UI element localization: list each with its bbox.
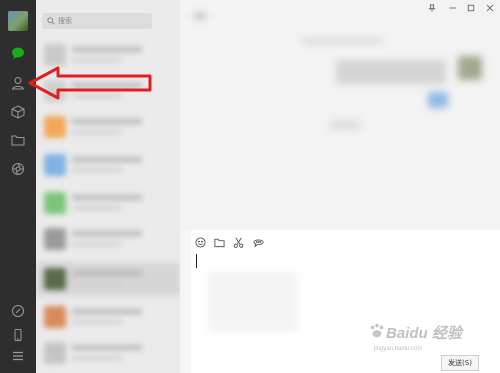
avatar[interactable]: [8, 11, 28, 31]
send-button[interactable]: 发送(S): [441, 355, 479, 371]
close-icon[interactable]: [484, 3, 496, 13]
annotation-arrow: [28, 66, 152, 100]
cube-icon[interactable]: [8, 103, 28, 121]
phone-icon[interactable]: [8, 326, 28, 344]
search-placeholder: 搜索: [58, 17, 72, 25]
menu-icon[interactable]: [8, 347, 28, 365]
list-item[interactable]: [36, 336, 180, 370]
sidebar: [0, 0, 36, 373]
folder-icon[interactable]: [213, 236, 225, 248]
list-item[interactable]: [36, 262, 180, 296]
list-item[interactable]: [36, 300, 180, 334]
list-item[interactable]: [36, 148, 180, 182]
aperture-icon[interactable]: [8, 160, 28, 178]
scissors-icon[interactable]: [232, 236, 244, 248]
list-item[interactable]: [36, 222, 180, 256]
list-item[interactable]: [36, 110, 180, 144]
minimize-icon[interactable]: [447, 3, 459, 13]
mini-program-icon[interactable]: [8, 302, 28, 320]
search-icon: [47, 17, 55, 25]
paw-logo: [370, 323, 384, 338]
search-input[interactable]: 搜索: [42, 13, 152, 29]
chat-list-panel: 搜索: [36, 0, 180, 373]
folder-icon[interactable]: [8, 131, 28, 149]
text-cursor: [196, 254, 197, 268]
person-icon[interactable]: [8, 74, 28, 92]
emoji-icon[interactable]: [194, 236, 206, 248]
chat-bubble-icon[interactable]: [8, 44, 28, 62]
chat-history-icon[interactable]: [252, 236, 264, 248]
chat-message-area: [180, 0, 500, 230]
list-item[interactable]: [36, 186, 180, 220]
pin-icon[interactable]: [426, 3, 438, 13]
watermark-sub: jingyan.baidu.com: [374, 346, 423, 352]
maximize-icon[interactable]: [465, 3, 477, 13]
watermark-main: Baidu 经验: [386, 325, 462, 342]
